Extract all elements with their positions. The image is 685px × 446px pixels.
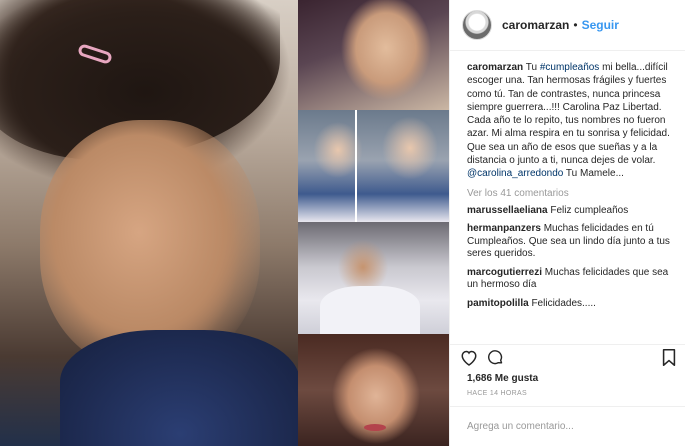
view-all-comments-link[interactable]: Ver los 41 comentarios <box>467 188 674 199</box>
comment-item: pamitopolilla Felicidades..... <box>467 298 674 311</box>
author-username[interactable]: caromarzan <box>502 18 569 32</box>
photo-girl-with-earrings <box>298 0 449 110</box>
add-comment-bar <box>450 406 685 446</box>
likes-count[interactable]: 1,686 Me gusta <box>467 373 538 384</box>
caption-text-3: Tu Mamele... <box>563 168 624 180</box>
baby-outfit-shape <box>320 286 420 334</box>
comment-username[interactable]: marcogutierrezi <box>467 267 542 278</box>
main-photo-girl-portrait <box>0 0 300 446</box>
photo-collage[interactable] <box>0 0 449 446</box>
comment-username[interactable]: marussellaeliana <box>467 205 548 216</box>
comment-item: hermanpanzers Muchas felicidades en tú C… <box>467 223 674 261</box>
comment-text: Feliz cumpleaños <box>547 204 629 216</box>
caption-text-1: Tu <box>523 62 540 73</box>
comments-list[interactable]: caromarzan Tu #cumpleaños mi bella...dif… <box>450 52 685 344</box>
action-bar <box>450 344 685 369</box>
avatar[interactable] <box>462 10 492 40</box>
post-side-panel: caromarzan • Seguir caromarzan Tu #cumpl… <box>449 0 685 446</box>
comment-item: marcogutierrezi Muchas felicidades que s… <box>467 267 674 292</box>
heart-icon[interactable] <box>460 349 478 371</box>
photo-baby <box>298 222 449 334</box>
follow-button[interactable]: Seguir <box>582 18 619 32</box>
comment-username[interactable]: hermanpanzers <box>467 223 541 234</box>
speech-bubble-icon[interactable] <box>487 349 504 371</box>
post-header: caromarzan • Seguir <box>450 0 685 51</box>
photo-divider <box>355 110 357 222</box>
bookmark-icon[interactable] <box>662 349 676 371</box>
hashtag-link[interactable]: #cumpleaños <box>540 62 599 73</box>
comment-input[interactable] <box>467 421 674 432</box>
caption-username[interactable]: caromarzan <box>467 62 523 73</box>
header-separator: • <box>573 18 578 32</box>
caption-text-2: mi bella...difícil escoger una. Tan herm… <box>467 62 670 167</box>
instagram-post: caromarzan • Seguir caromarzan Tu #cumpl… <box>0 0 685 446</box>
lips-shape <box>364 424 386 431</box>
post-caption: caromarzan Tu #cumpleaños mi bella...dif… <box>467 61 674 181</box>
photo-girl-closeup <box>298 334 449 446</box>
comment-username[interactable]: pamitopolilla <box>467 298 529 309</box>
mention-link[interactable]: @carolina_arredondo <box>467 168 563 179</box>
swimsuit-shape <box>60 330 300 446</box>
comment-item: marussellaeliana Feliz cumpleaños <box>467 205 674 218</box>
comment-text: Felicidades..... <box>528 297 596 309</box>
photo-toddler-pair <box>298 110 449 222</box>
post-timestamp: HACE 14 HORAS <box>467 390 527 397</box>
